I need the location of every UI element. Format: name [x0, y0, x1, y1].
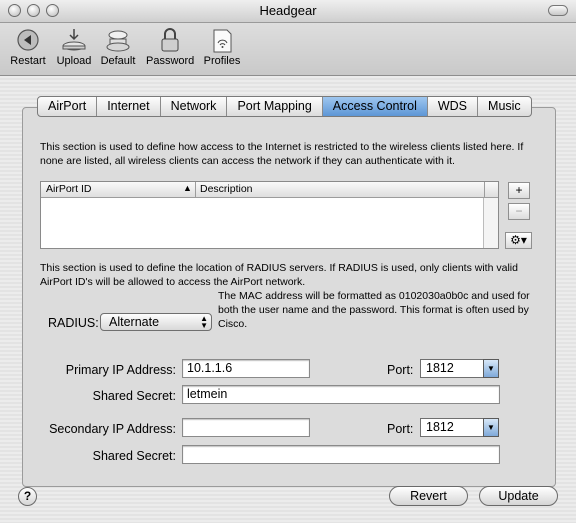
secondary-secret-label: Shared Secret:: [92, 449, 176, 463]
secondary-port-label: Port:: [387, 422, 414, 436]
primary-port-combo[interactable]: 1812 ▼: [420, 359, 499, 378]
lock-icon: [161, 28, 179, 52]
column-divider: [195, 182, 196, 197]
tab-music[interactable]: Music: [478, 97, 531, 116]
column-header-description[interactable]: Description: [200, 183, 253, 195]
toolbar-upload-button[interactable]: Upload: [54, 23, 94, 67]
tab-access-control[interactable]: Access Control: [322, 97, 428, 116]
toolbar-default-button[interactable]: Default: [98, 23, 138, 67]
toolbar-label: Restart: [10, 55, 46, 67]
primary-secret-label: Shared Secret:: [92, 389, 176, 403]
radius-mode-value: Alternate: [109, 315, 160, 329]
tab-internet[interactable]: Internet: [97, 97, 161, 116]
action-menu-button[interactable]: ⚙▾: [505, 232, 532, 249]
toolbar-label: Default: [100, 55, 136, 67]
profiles-icon: [213, 29, 232, 53]
column-header-airport-id[interactable]: AirPort ID: [46, 183, 92, 195]
primary-secret-field[interactable]: letmein: [182, 385, 500, 404]
restart-icon: [17, 29, 39, 51]
primary-port-label: Port:: [387, 363, 414, 377]
toolbar-restart-button[interactable]: Restart: [8, 23, 48, 67]
toolbar-toggle-button[interactable]: [548, 5, 568, 16]
secondary-ip-field[interactable]: [182, 418, 310, 437]
window-title: Headgear: [259, 3, 317, 18]
access-control-description: This section is used to define how acces…: [40, 141, 524, 167]
help-button[interactable]: ?: [18, 487, 37, 506]
revert-button[interactable]: Revert: [389, 486, 468, 506]
tab-airport[interactable]: AirPort: [38, 97, 98, 116]
primary-ip-field[interactable]: 10.1.1.6: [182, 359, 310, 378]
toolbar-label: Profiles: [203, 55, 241, 67]
radius-description: This section is used to define the locat…: [40, 262, 518, 288]
secondary-port-combo[interactable]: 1812 ▼: [420, 418, 499, 437]
primary-port-value: 1812: [426, 361, 454, 375]
toolbar-label: Upload: [56, 55, 92, 67]
primary-ip-label: Primary IP Address:: [65, 363, 176, 377]
chevron-down-icon[interactable]: ▼: [483, 418, 499, 437]
radius-mode-popup[interactable]: Alternate ▲ ▼: [100, 313, 212, 331]
tab-port-mapping[interactable]: Port Mapping: [227, 97, 323, 116]
radius-label: RADIUS:: [48, 316, 99, 330]
add-entry-button[interactable]: +: [508, 182, 530, 199]
tab-bar: AirPort Internet Network Port Mapping Ac…: [37, 96, 532, 117]
mac-format-note: The MAC address will be formatted as 010…: [218, 290, 530, 330]
toolbar-label: Password: [146, 55, 195, 67]
table-header: AirPort ID ▲ Description: [41, 182, 498, 198]
chevron-down-icon[interactable]: ▼: [483, 359, 499, 378]
popup-arrows-icon: ▲ ▼: [200, 314, 208, 330]
secondary-secret-field[interactable]: [182, 445, 500, 464]
tab-network[interactable]: Network: [161, 97, 228, 116]
toolbar-password-button[interactable]: Password: [146, 23, 194, 67]
secondary-port-value: 1812: [426, 420, 454, 434]
remove-entry-button[interactable]: −: [508, 203, 530, 220]
airport-id-table: AirPort ID ▲ Description: [40, 181, 499, 249]
column-divider: [484, 182, 485, 197]
toolbar-profiles-button[interactable]: Profiles: [202, 23, 242, 67]
upload-icon: [62, 29, 86, 51]
toolbar: Restart Upload Default Password Profiles: [0, 23, 576, 76]
update-button[interactable]: Update: [479, 486, 558, 506]
gear-icon: ⚙▾: [510, 233, 527, 247]
tab-wds[interactable]: WDS: [428, 97, 479, 116]
table-scrollbar[interactable]: [483, 198, 498, 248]
sort-ascending-icon: ▲: [183, 183, 192, 193]
title-bar: Headgear: [0, 0, 576, 23]
default-icon: [106, 30, 130, 52]
secondary-ip-label: Secondary IP Address:: [49, 422, 176, 436]
